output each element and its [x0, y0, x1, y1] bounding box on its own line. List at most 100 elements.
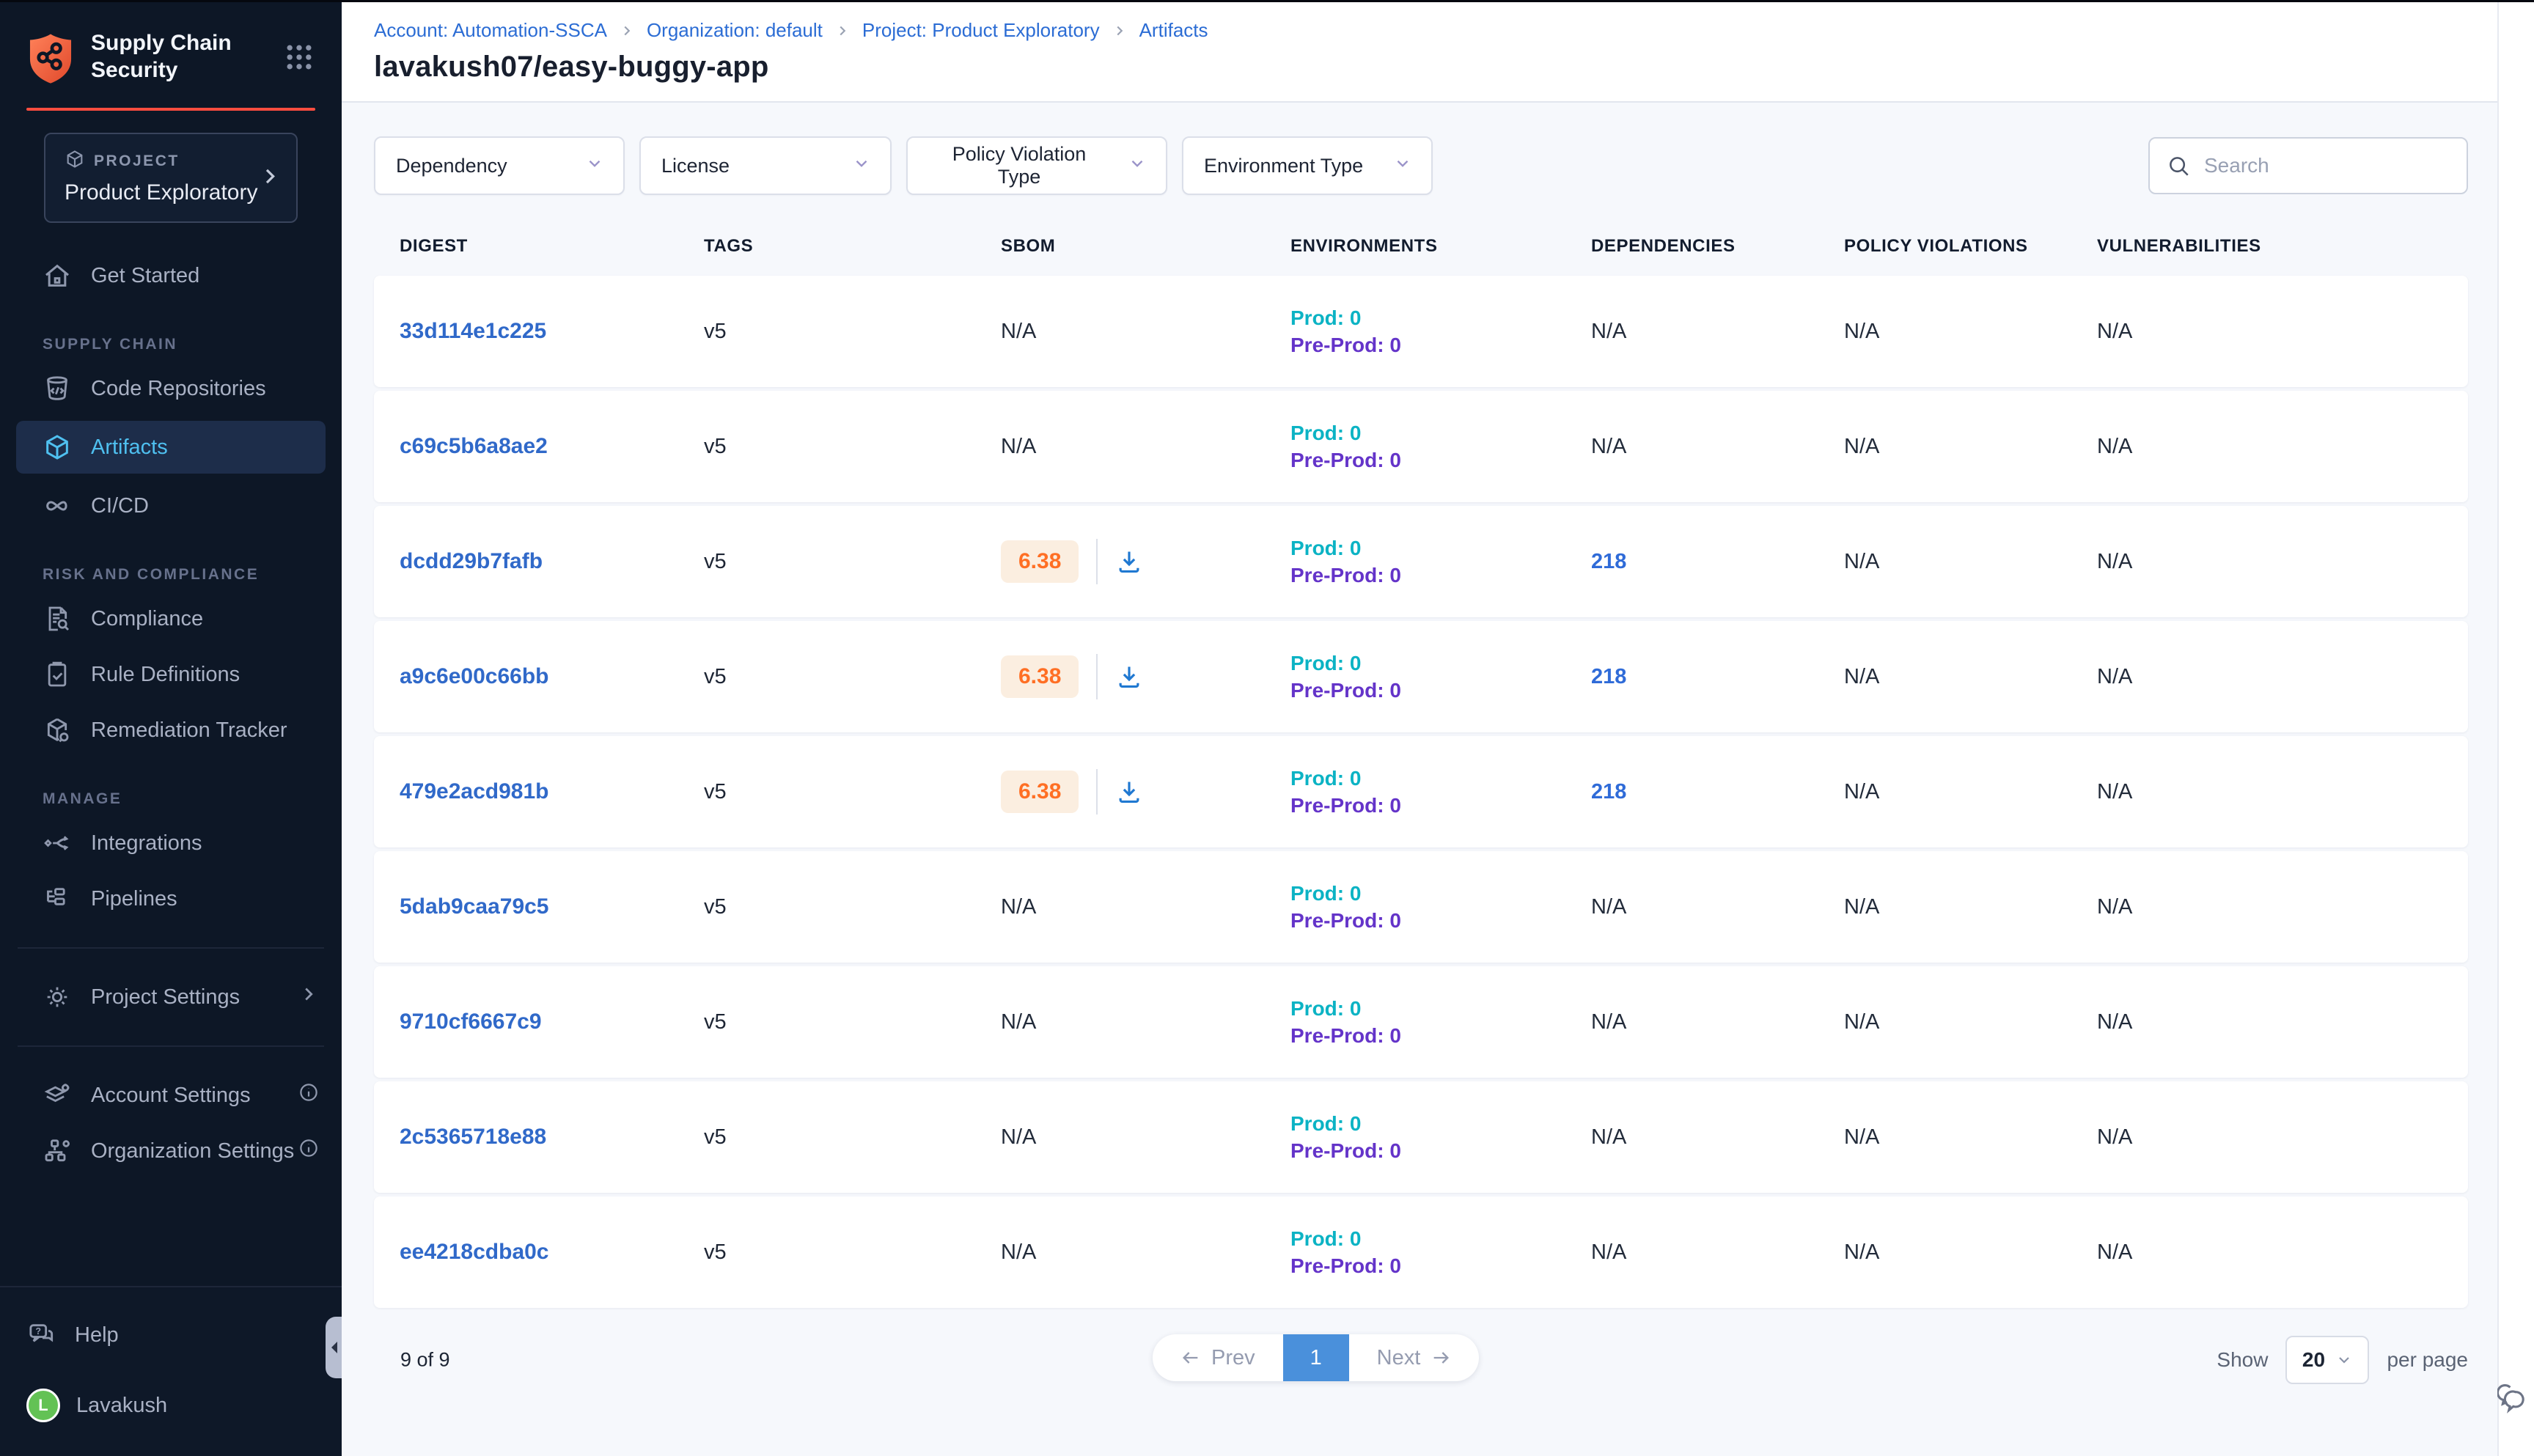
chevron-right-icon: [298, 983, 320, 1011]
module-grid-icon[interactable]: [283, 41, 315, 77]
filter-policy-violation-type[interactable]: Policy Violation Type: [906, 136, 1167, 195]
table-row[interactable]: dcdd29b7fafb v5 6.38 Prod: 0 Pre-Prod: 0…: [374, 506, 2468, 617]
env-preprod: Pre-Prod: 0: [1290, 1252, 1591, 1279]
digest-link[interactable]: dcdd29b7fafb: [400, 549, 543, 573]
policy-violations-value: N/A: [1844, 1240, 1879, 1264]
sbom-download-button[interactable]: [1115, 663, 1143, 691]
vulnerabilities-value: N/A: [2097, 1240, 2132, 1264]
chevron-down-icon: [2335, 1351, 2353, 1369]
chevron-right-icon: [1112, 23, 1128, 39]
sidebar-item-account-settings[interactable]: Account Settings: [0, 1067, 342, 1123]
next-page-button[interactable]: Next: [1349, 1334, 1480, 1381]
digest-link[interactable]: 33d114e1c225: [400, 319, 546, 343]
sbom-download-button[interactable]: [1115, 778, 1143, 806]
dependencies-value[interactable]: 218: [1591, 550, 1626, 573]
vulnerabilities-value: N/A: [2097, 1125, 2132, 1149]
digest-link[interactable]: 9710cf6667c9: [400, 1010, 542, 1034]
vulnerabilities-value: N/A: [2097, 780, 2132, 804]
download-icon: [1115, 548, 1143, 576]
sidebar-item-code-repositories[interactable]: Code Repositories: [0, 361, 342, 416]
digest-link[interactable]: c69c5b6a8ae2: [400, 434, 548, 458]
table-row[interactable]: c69c5b6a8ae2 v5 N/A Prod: 0 Pre-Prod: 0 …: [374, 391, 2468, 502]
sbom-score-badge: 6.38: [1001, 771, 1079, 813]
digest-link[interactable]: 2c5365718e88: [400, 1125, 546, 1149]
policy-violations-value: N/A: [1844, 1125, 1879, 1149]
table-row[interactable]: a9c6e00c66bb v5 6.38 Prod: 0 Pre-Prod: 0…: [374, 621, 2468, 732]
sidebar-divider: [18, 1045, 324, 1047]
env-prod: Prod: 0: [1290, 1110, 1591, 1137]
tag-value: v5: [704, 665, 727, 688]
digest-link[interactable]: 5dab9caa79c5: [400, 894, 549, 919]
sidebar-item-artifacts[interactable]: Artifacts: [16, 421, 326, 474]
sidebar-item-integrations[interactable]: Integrations: [0, 815, 342, 871]
show-label: Show: [2217, 1348, 2268, 1372]
dependencies-value: N/A: [1591, 320, 1626, 343]
sidebar-divider: [18, 947, 324, 949]
digest-link[interactable]: a9c6e00c66bb: [400, 664, 549, 688]
integrations-icon: [43, 828, 72, 858]
help-chat-icon: ?: [26, 1320, 56, 1350]
dependencies-value[interactable]: 218: [1591, 780, 1626, 804]
project-selector-label: PROJECT: [94, 152, 180, 170]
table-row[interactable]: 479e2acd981b v5 6.38 Prod: 0 Pre-Prod: 0…: [374, 736, 2468, 848]
sidebar-item-remediation-tracker[interactable]: Remediation Tracker: [0, 702, 342, 758]
breadcrumb-artifacts[interactable]: Artifacts: [1139, 19, 1208, 42]
sidebar-item-organization-settings[interactable]: Organization Settings: [0, 1123, 342, 1179]
dependencies-value[interactable]: 218: [1591, 665, 1626, 688]
table-row[interactable]: 9710cf6667c9 v5 N/A Prod: 0 Pre-Prod: 0 …: [374, 966, 2468, 1078]
pagination-summary: 9 of 9: [400, 1349, 450, 1372]
tag-value: v5: [704, 550, 727, 573]
info-icon[interactable]: [298, 1081, 320, 1109]
table-row[interactable]: 2c5365718e88 v5 N/A Prod: 0 Pre-Prod: 0 …: [374, 1081, 2468, 1193]
env-prod: Prod: 0: [1290, 419, 1591, 446]
breadcrumb-account[interactable]: Account: Automation-SSCA: [374, 19, 607, 42]
env-preprod: Pre-Prod: 0: [1290, 677, 1591, 704]
digest-link[interactable]: 479e2acd981b: [400, 779, 549, 804]
section-label-risk-compliance: RISK AND COMPLIANCE: [43, 566, 342, 584]
table-row[interactable]: 5dab9caa79c5 v5 N/A Prod: 0 Pre-Prod: 0 …: [374, 851, 2468, 963]
chevron-right-icon: [619, 23, 635, 39]
env-preprod: Pre-Prod: 0: [1290, 1022, 1591, 1049]
env-prod: Prod: 0: [1290, 765, 1591, 792]
breadcrumb-organization[interactable]: Organization: default: [647, 19, 823, 42]
sbom-divider: [1096, 539, 1098, 584]
breadcrumb-project[interactable]: Project: Product Exploratory: [862, 19, 1100, 42]
app-window: Supply Chain Security: [0, 0, 2534, 1456]
sidebar-item-get-started[interactable]: Get Started: [0, 248, 342, 304]
sbom-download-button[interactable]: [1115, 548, 1143, 576]
sidebar-item-project-settings[interactable]: Project Settings: [0, 969, 342, 1025]
env-prod: Prod: 0: [1290, 995, 1591, 1022]
filter-dependency[interactable]: Dependency: [374, 136, 625, 195]
chat-bubbles-icon[interactable]: [2497, 1382, 2530, 1418]
project-selector-value: Product Exploratory: [65, 180, 277, 205]
policy-violations-value: N/A: [1844, 780, 1879, 804]
page-1-button[interactable]: 1: [1283, 1334, 1349, 1381]
download-icon: [1115, 663, 1143, 691]
filter-license[interactable]: License: [639, 136, 892, 195]
filter-environment-type[interactable]: Environment Type: [1182, 136, 1433, 195]
sidebar-item-pipelines[interactable]: Pipelines: [0, 871, 342, 927]
page-size-select[interactable]: 20: [2285, 1336, 2369, 1384]
brand-accent-line: [26, 108, 315, 111]
info-icon[interactable]: [298, 1137, 320, 1165]
search-input[interactable]: [2203, 153, 2450, 178]
user-menu[interactable]: L Lavakush: [26, 1380, 315, 1431]
sbom-na: N/A: [1001, 895, 1036, 919]
sidebar-item-cicd[interactable]: CI/CD: [0, 478, 342, 534]
section-label-manage: MANAGE: [43, 790, 342, 808]
table-row[interactable]: 33d114e1c225 v5 N/A Prod: 0 Pre-Prod: 0 …: [374, 276, 2468, 387]
env-prod: Prod: 0: [1290, 880, 1591, 907]
sidebar-item-compliance[interactable]: Compliance: [0, 591, 342, 647]
help-button[interactable]: ? Help: [26, 1309, 315, 1361]
table-row[interactable]: ee4218cdba0c v5 N/A Prod: 0 Pre-Prod: 0 …: [374, 1196, 2468, 1308]
sidebar-collapse-handle[interactable]: [326, 1317, 342, 1378]
prev-page-button[interactable]: Prev: [1153, 1334, 1283, 1381]
vulnerabilities-value: N/A: [2097, 550, 2132, 573]
env-preprod: Pre-Prod: 0: [1290, 562, 1591, 589]
tag-value: v5: [704, 320, 727, 343]
sbom-divider: [1096, 769, 1098, 815]
project-selector[interactable]: PROJECT Product Exploratory: [44, 133, 298, 223]
sidebar-item-rule-definitions[interactable]: Rule Definitions: [0, 647, 342, 702]
digest-link[interactable]: ee4218cdba0c: [400, 1240, 549, 1264]
table-header-row: DIGEST TAGS SBOM ENVIRONMENTS DEPENDENCI…: [374, 217, 2468, 276]
